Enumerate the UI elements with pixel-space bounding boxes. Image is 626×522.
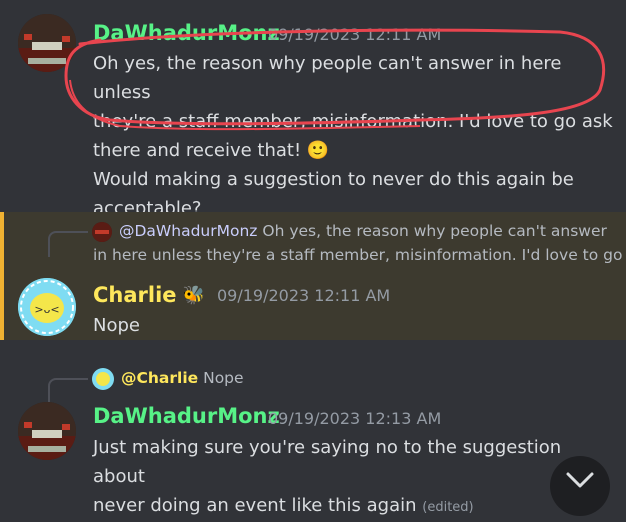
message-line: never doing an event like this again (ed… — [93, 491, 613, 522]
message-author[interactable]: DaWhadurMonz — [93, 404, 280, 428]
reply-connector — [48, 231, 88, 257]
reply-mention[interactable]: @Charlie — [121, 369, 198, 387]
message-content: Just making sure you're saying no to the… — [93, 433, 613, 522]
reply-mention[interactable]: @DaWhadurMonz — [119, 222, 257, 240]
chevron-down-icon — [566, 472, 594, 488]
reply-text: Oh yes, the reason why people can't answ… — [262, 222, 607, 240]
message-timestamp: 09/19/2023 12:11 AM — [216, 285, 391, 305]
message-header: Charlie 🐝 09/19/2023 12:11 AM — [93, 283, 390, 307]
message-author[interactable]: Charlie — [93, 283, 177, 307]
edited-label: (edited) — [422, 500, 474, 515]
reply-avatar — [92, 368, 114, 390]
message-line: Would making a suggestion to never do th… — [93, 169, 574, 190]
bee-icon: 🐝 — [182, 284, 205, 306]
reply-preview[interactable]: @DaWhadurMonz Oh yes, the reason why peo… — [119, 222, 607, 240]
annotation-circle — [64, 28, 606, 131]
message-timestamp: 09/19/2023 12:13 AM — [268, 409, 442, 428]
reply-text-line2: in here unless they're a staff member, m… — [93, 246, 623, 264]
reply-preview[interactable]: @Charlie Nope — [121, 369, 244, 387]
svg-text:>ᴗ<: >ᴗ< — [34, 303, 59, 316]
message-line: Just making sure you're saying no to the… — [93, 437, 562, 487]
message-content: Nope — [93, 315, 140, 336]
avatar[interactable]: >ᴗ< — [18, 278, 76, 336]
reply-avatar — [92, 222, 112, 242]
message-line-text: never doing an event like this again — [93, 495, 417, 516]
reply-connector — [48, 378, 88, 402]
avatar[interactable] — [18, 402, 76, 460]
reply-text: Nope — [203, 369, 244, 387]
scroll-to-bottom-button[interactable] — [550, 456, 610, 516]
message-line: there and receive that! 🙂 — [93, 140, 330, 161]
